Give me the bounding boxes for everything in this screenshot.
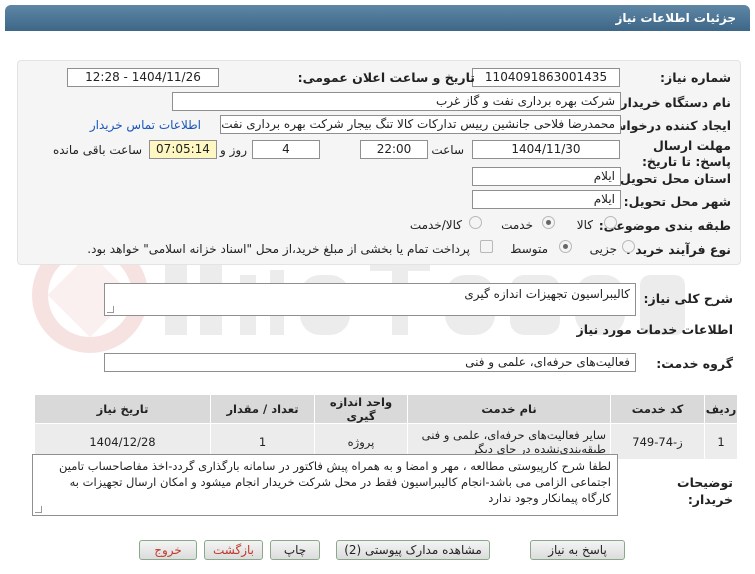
resize-handle[interactable]	[35, 506, 42, 513]
back-button[interactable]: بازگشت	[204, 540, 263, 560]
col-quantity: تعداد / مقدار	[210, 394, 315, 424]
table-header-row: ردیف کد خدمت نام خدمت واحد اندازه گیری ت…	[34, 394, 738, 424]
category-radio-goods[interactable]	[604, 216, 617, 229]
buyer-org-field: شرکت بهره برداری نفت و گاز غرب	[172, 92, 621, 111]
buyer-notes-field: لطفا شرح کارپیوستی مطالعه ، مهر و امضا و…	[32, 454, 618, 516]
need-number-field: 1104091863001435	[472, 68, 620, 87]
process-option-minor: جزیی	[589, 242, 617, 256]
process-radio-medium[interactable]	[559, 240, 572, 253]
city-field: ایلام	[472, 190, 621, 209]
deadline-date-field: 1404/11/30	[472, 140, 620, 159]
buyer-notes-label: توضیحات خریدار:	[677, 475, 733, 507]
category-radio-service[interactable]	[542, 216, 555, 229]
category-label: طبقه بندی موضوعی:	[598, 218, 731, 233]
reply-button[interactable]: پاسخ به نیاز	[530, 540, 625, 560]
resize-handle[interactable]	[107, 306, 114, 313]
exit-button[interactable]: خروج	[139, 540, 197, 560]
process-type-label: نوع فرآیند خرید :	[625, 242, 731, 257]
province-label: استان محل تحویل:	[614, 171, 731, 186]
print-button[interactable]: چاپ	[270, 540, 320, 560]
treasury-payment-note: پرداخت تمام یا بخشی از مبلغ خرید،از محل …	[87, 242, 470, 256]
col-unit: واحد اندازه گیری	[314, 394, 408, 424]
buyer-notes-text: لطفا شرح کارپیوستی مطالعه ، مهر و امضا و…	[59, 459, 611, 505]
category-radio-goods-service[interactable]	[469, 216, 482, 229]
need-summary-text: کالیبراسیون تجهیزات اندازه گیری	[464, 287, 630, 301]
col-service-name: نام خدمت	[407, 394, 611, 424]
days-label: روز و	[220, 143, 247, 157]
cell-service-code: ز-74-749	[610, 423, 705, 460]
city-label: شهر محل تحویل:	[623, 194, 731, 209]
col-need-date: تاریخ نیاز	[34, 394, 211, 424]
creator-field: محمدرضا فلاحی جانشین رییس تدارکات کالا ت…	[220, 115, 621, 134]
province-field: ایلام	[472, 167, 621, 186]
category-option-goods-service: کالا/خدمت	[409, 218, 462, 232]
page-title: جزئیات اطلاعات نیاز	[5, 5, 750, 31]
services-section-title: اطلاعات خدمات مورد نیاز	[576, 322, 734, 337]
deadline-time-label: ساعت	[431, 143, 464, 157]
days-remaining-field: 4	[252, 140, 320, 159]
deadline-time-field: 22:00	[360, 140, 428, 159]
announce-datetime-label: تاریخ و ساعت اعلان عمومی:	[297, 70, 475, 85]
announce-datetime-field: 1404/11/26 - 12:28	[67, 68, 219, 87]
category-option-goods: کالا	[576, 218, 593, 232]
buyer-contact-link[interactable]: اطلاعات تماس خریدار	[90, 118, 201, 132]
category-option-service: خدمت	[501, 218, 533, 232]
remaining-time-label: ساعت باقی مانده	[52, 143, 142, 157]
process-option-medium: متوسط	[510, 242, 548, 256]
process-radio-minor[interactable]	[622, 240, 635, 253]
service-group-label: گروه خدمت:	[656, 356, 733, 371]
remaining-time-field: 07:05:14	[149, 140, 217, 159]
deadline-label: مهلت ارسال پاسخ: تا تاریخ:	[641, 138, 731, 169]
need-number-label: شماره نیاز:	[660, 70, 731, 85]
need-summary-field: کالیبراسیون تجهیزات اندازه گیری	[104, 283, 636, 316]
buyer-org-label: نام دستگاه خریدار:	[615, 95, 731, 110]
col-service-code: کد خدمت	[610, 394, 705, 424]
service-group-field: فعالیت‌های حرفه‌ای، علمی و فنی	[104, 353, 636, 372]
need-summary-label: شرح کلی نیاز:	[643, 291, 733, 306]
services-table: ردیف کد خدمت نام خدمت واحد اندازه گیری ت…	[34, 394, 738, 460]
view-attachments-button[interactable]: مشاهده مدارک پیوستی (2)	[336, 540, 490, 560]
treasury-payment-checkbox[interactable]	[480, 240, 493, 253]
cell-row-number: 1	[704, 423, 738, 460]
col-row-number: ردیف	[704, 394, 738, 424]
